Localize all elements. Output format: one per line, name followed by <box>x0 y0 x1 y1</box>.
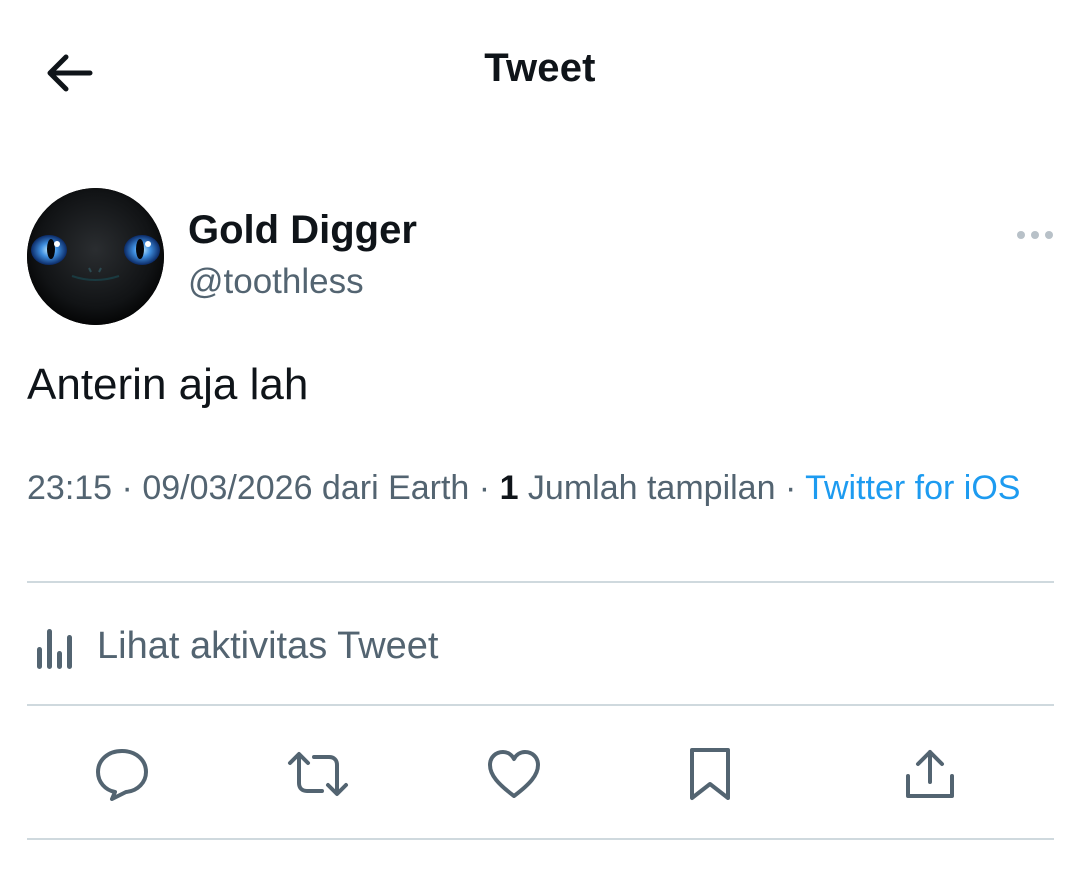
avatar[interactable] <box>27 188 164 325</box>
reply-button[interactable] <box>90 742 154 806</box>
divider <box>27 838 1054 840</box>
retweet-button[interactable] <box>286 742 350 806</box>
view-count-label: Jumlah tampilan <box>518 469 776 507</box>
tweet-metadata: 23:15 · 09/03/2026 dari Earth · 1 Jumlah… <box>27 466 1027 510</box>
bookmark-button[interactable] <box>678 742 742 806</box>
analytics-bars-icon <box>37 629 72 669</box>
divider <box>27 581 1054 583</box>
tweet-location: dari Earth <box>312 469 470 507</box>
tweet-source-link[interactable]: Twitter for iOS <box>805 469 1020 507</box>
share-upload-icon <box>906 750 954 798</box>
author-handle[interactable]: @toothless <box>188 262 364 302</box>
comment-bubble-icon <box>96 749 148 801</box>
bookmark-icon <box>690 748 730 800</box>
like-button[interactable] <box>482 742 546 806</box>
separator-dot: · <box>775 469 806 507</box>
tweet-time[interactable]: 23:15 <box>27 469 112 507</box>
view-tweet-activity-label: Lihat aktivitas Tweet <box>97 624 439 667</box>
ellipsis-icon <box>1017 231 1053 239</box>
tweet-text: Anterin aja lah <box>27 360 309 409</box>
view-count: 1 <box>499 469 519 507</box>
separator-dot: · <box>469 469 500 507</box>
page-title: Tweet <box>484 46 596 90</box>
top-bar: Tweet <box>0 0 1080 146</box>
separator-dot: · <box>112 469 143 507</box>
retweet-arrows-icon <box>288 752 348 796</box>
more-options-button[interactable] <box>1010 218 1060 252</box>
author-display-name[interactable]: Gold Digger <box>188 208 417 253</box>
view-tweet-activity-button[interactable]: Lihat aktivitas Tweet <box>27 614 438 678</box>
heart-icon <box>488 750 540 798</box>
tweet-date[interactable]: 09/03/2026 <box>142 469 312 507</box>
dragon-avatar-image <box>27 188 164 325</box>
share-button[interactable] <box>898 742 962 806</box>
divider <box>27 704 1054 706</box>
